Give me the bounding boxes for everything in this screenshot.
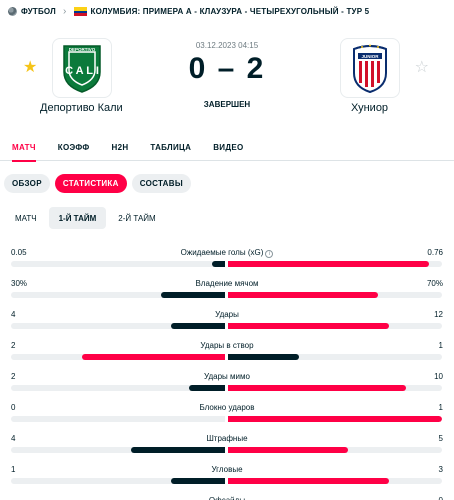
tab-h2h[interactable]: H2H	[112, 138, 129, 161]
stat-row: 4 Штрафные 5	[0, 432, 454, 463]
stat-bar-home	[189, 385, 225, 391]
colombia-flag-icon	[73, 6, 87, 16]
tab-video[interactable]: ВИДЕО	[213, 138, 243, 161]
stat-bar-away	[228, 261, 429, 267]
stat-track-home	[11, 323, 225, 329]
stat-bar-away	[228, 292, 378, 298]
tab-match[interactable]: МАТЧ	[12, 138, 36, 162]
stat-track-home	[11, 261, 225, 267]
stat-row: 2 Удары мимо 10	[0, 370, 454, 401]
breadcrumb-league[interactable]: КОЛУМБИЯ: ПРИМЕРА А - КЛАУЗУРА - ЧЕТЫРЕХ…	[91, 7, 370, 16]
period-match[interactable]: МАТЧ	[5, 207, 47, 229]
stat-row: 1 Угловые 3	[0, 463, 454, 494]
svg-text:JUNIOR: JUNIOR	[361, 54, 379, 59]
pill-summary[interactable]: ОБЗОР	[4, 174, 50, 193]
favorite-star-icon-away[interactable]: ☆	[415, 60, 429, 76]
stat-track-away	[228, 292, 442, 298]
stat-name: Угловые	[211, 465, 243, 474]
stat-away-value: 70%	[426, 279, 443, 288]
stat-name: Штрафные	[206, 434, 248, 443]
stat-bar-away	[228, 478, 389, 484]
stat-row: 0.05 Ожидаемые голы (xG) i 0.76	[0, 246, 454, 277]
stat-row: Офсайды0	[0, 494, 454, 500]
stat-name: Удары в створ	[200, 341, 254, 350]
period-second-half[interactable]: 2-Й ТАЙМ	[108, 207, 165, 229]
stat-bar-away	[228, 354, 299, 360]
breadcrumb-sport[interactable]: ФУТБОЛ	[21, 7, 56, 16]
stat-bar-away	[228, 323, 389, 329]
stat-track-away	[228, 354, 442, 360]
stat-track-home	[11, 354, 225, 360]
stat-track-home	[11, 416, 225, 422]
stat-row: 30% Владение мячом 70%	[0, 277, 454, 308]
match-header: ★ DEPORTIVO C A L I Депортиво Кали 03.12…	[0, 22, 454, 122]
stat-away-value: 5	[438, 434, 443, 443]
chevron-right-icon: ›	[62, 5, 67, 17]
stat-away-value: 10	[434, 372, 443, 381]
info-icon[interactable]: i	[265, 250, 274, 258]
stat-track-away	[228, 323, 442, 329]
stat-track-away	[228, 261, 442, 267]
stat-away-value: 12	[434, 310, 443, 319]
junior-crest-icon: JUNIOR	[353, 44, 387, 93]
stat-name: Офсайды	[0, 496, 454, 500]
stat-away-value: 1	[438, 341, 443, 350]
tab-odds[interactable]: КОЭФФ	[58, 138, 90, 161]
tab-standings[interactable]: ТАБЛИЦА	[150, 138, 191, 161]
stat-bar-home	[171, 478, 225, 484]
stat-track-home	[11, 478, 225, 484]
stat-row: 4 Удары 12	[0, 308, 454, 339]
stat-bar-away	[228, 447, 348, 453]
stat-name: Удары	[215, 310, 239, 319]
stat-track-away	[228, 416, 442, 422]
stat-name: Ожидаемые голы (xG) i	[0, 248, 454, 258]
stat-track-away	[228, 478, 442, 484]
stat-track-away	[228, 385, 442, 391]
stat-away-value: 1	[438, 403, 443, 412]
stat-bar-away	[228, 385, 406, 391]
soccer-ball-icon	[8, 6, 17, 16]
stat-bar-home	[82, 354, 225, 360]
stats-list: 0.05 Ожидаемые голы (xG) i 0.76 30% Владение …	[0, 246, 454, 500]
pill-lineups[interactable]: СОСТАВЫ	[131, 174, 191, 193]
stat-row: 2 Удары в створ 1	[0, 339, 454, 370]
breadcrumb: ФУТБОЛ › КОЛУМБИЯ: ПРИМЕРА А - КЛАУЗУРА …	[0, 0, 454, 22]
stat-track-home	[11, 292, 225, 298]
stat-away-value: 3	[438, 465, 443, 474]
period-first-half[interactable]: 1-Й ТАЙМ	[48, 207, 107, 229]
away-team-name[interactable]: Хуниор	[351, 102, 388, 114]
stat-away-value: 0.76	[427, 248, 443, 257]
away-team-logo[interactable]: JUNIOR	[340, 38, 400, 98]
stat-bar-home	[131, 447, 225, 453]
stat-row: 0 Блокно ударов 1	[0, 401, 454, 432]
stat-track-home	[11, 447, 225, 453]
stat-bar-home	[161, 292, 225, 298]
period-selector: МАТЧ 1-Й ТАЙМ 2-Й ТАЙМ	[0, 207, 454, 231]
stat-track-away	[228, 447, 442, 453]
stat-name: Удары мимо	[204, 372, 250, 381]
pill-statistics[interactable]: СТАТИСТИКА	[54, 174, 127, 193]
subtabs: ОБЗОР СТАТИСТИКА СОСТАВЫ	[0, 174, 454, 194]
stat-bar-home	[171, 323, 225, 329]
stat-away-value: 0	[439, 496, 443, 500]
stat-bar-away	[228, 416, 442, 422]
stat-name: Блокно ударов	[199, 403, 255, 412]
stat-bar-home	[212, 261, 225, 267]
stat-track-home	[11, 385, 225, 391]
match-tabs: МАТЧ КОЭФФ H2H ТАБЛИЦА ВИДЕО	[0, 138, 454, 162]
stat-name: Владение мячом	[195, 279, 259, 288]
